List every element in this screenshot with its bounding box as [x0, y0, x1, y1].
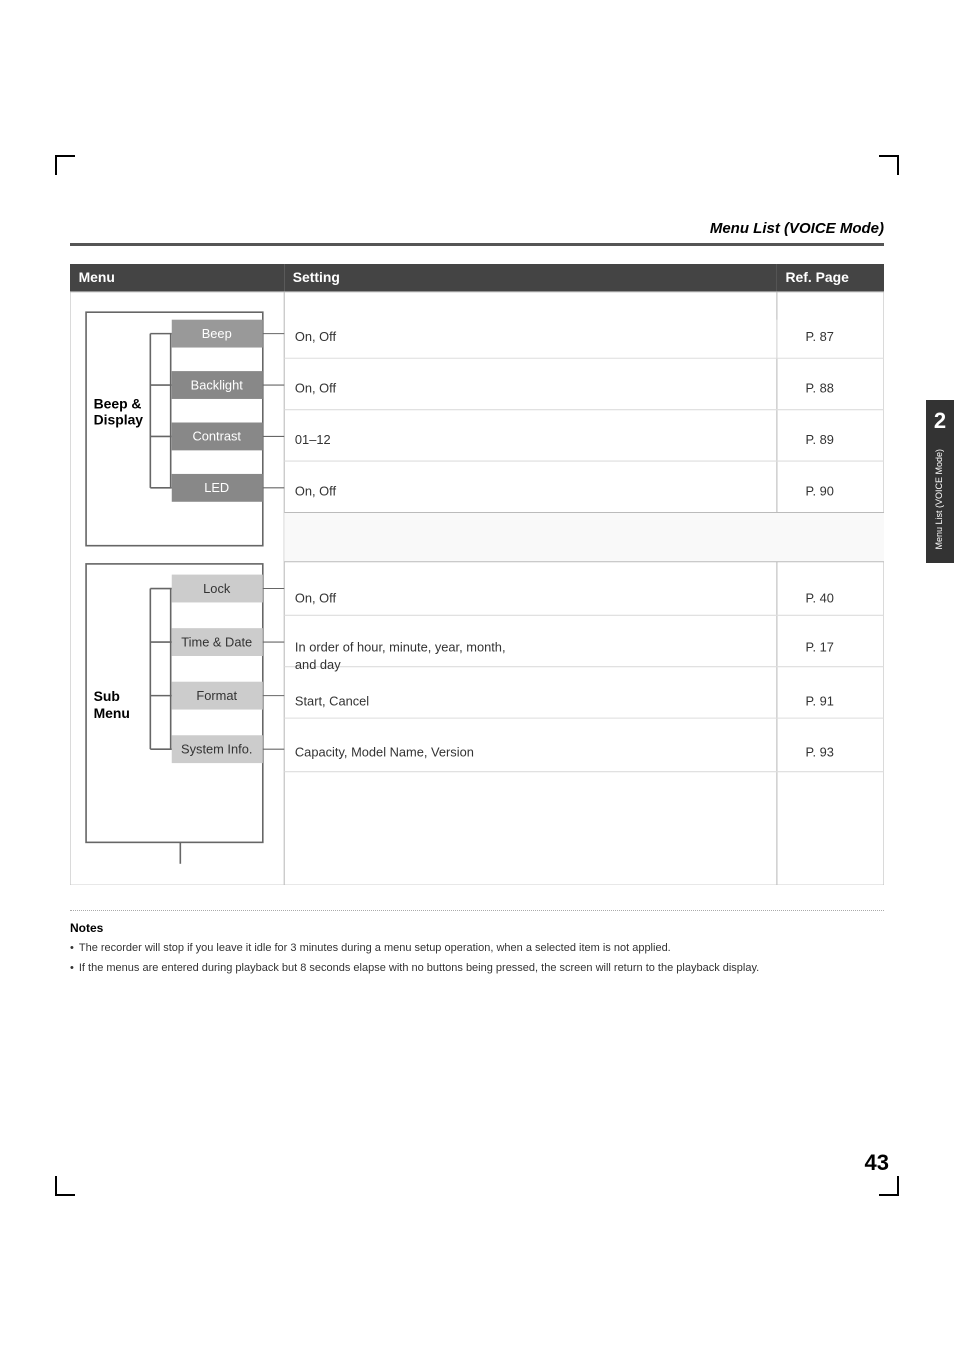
svg-text:On, Off: On, Off [295, 329, 337, 344]
page-title: Menu List (VOICE Mode) [70, 220, 884, 246]
svg-text:P. 40: P. 40 [806, 590, 834, 605]
side-tab-text: Menu List (VOICE Mode) [934, 444, 946, 555]
svg-text:Capacity, Model Name, Version: Capacity, Model Name, Version [295, 745, 474, 760]
svg-text:P. 87: P. 87 [806, 329, 834, 344]
svg-text:P. 88: P. 88 [806, 381, 834, 396]
svg-text:Contrast: Contrast [192, 429, 241, 444]
svg-text:Setting: Setting [293, 269, 340, 285]
svg-text:Lock: Lock [203, 581, 231, 596]
svg-text:P. 17: P. 17 [806, 640, 834, 655]
side-tab: 2 Menu List (VOICE Mode) [926, 400, 954, 563]
svg-text:System Info.: System Info. [181, 741, 252, 756]
notes-title: Notes [70, 921, 884, 935]
corner-mark-tl [55, 155, 75, 175]
svg-text:On, Off: On, Off [295, 381, 337, 396]
svg-text:On, Off: On, Off [295, 483, 337, 498]
svg-text:Ref. Page: Ref. Page [785, 269, 849, 285]
page-number: 43 [865, 1150, 889, 1176]
note-body-1: The recorder will stop if you leave it i… [79, 940, 884, 958]
svg-text:P. 91: P. 91 [806, 693, 834, 708]
side-tab-number: 2 [934, 408, 946, 434]
diagram-svg: Menu Setting Ref. Page Beep & Display Be… [70, 264, 884, 885]
svg-text:P. 93: P. 93 [806, 745, 834, 760]
svg-text:Time & Date: Time & Date [181, 634, 252, 649]
corner-mark-bl [55, 1176, 75, 1196]
svg-text:On, Off: On, Off [295, 590, 337, 605]
note-body-2: If the menus are entered during playback… [79, 960, 884, 978]
bullet-1: • [70, 940, 74, 958]
note-item-2: • If the menus are entered during playba… [70, 960, 884, 978]
svg-text:In order of hour, minute, year: In order of hour, minute, year, month, [295, 640, 506, 655]
svg-text:Menu: Menu [79, 269, 115, 285]
svg-text:Backlight: Backlight [191, 377, 244, 392]
svg-text:Beep: Beep [202, 326, 232, 341]
svg-text:Start, Cancel: Start, Cancel [295, 693, 369, 708]
corner-mark-br [879, 1176, 899, 1196]
corner-mark-tr [879, 155, 899, 175]
svg-text:01–12: 01–12 [295, 432, 331, 447]
note-item-1: • The recorder will stop if you leave it… [70, 940, 884, 958]
svg-text:Beep &: Beep & [94, 396, 142, 412]
svg-text:LED: LED [204, 480, 229, 495]
notes-section: Notes • The recorder will stop if you le… [70, 910, 884, 977]
svg-text:P. 90: P. 90 [806, 483, 834, 498]
bullet-2: • [70, 960, 74, 978]
svg-text:Display: Display [94, 412, 144, 428]
notes-text: • The recorder will stop if you leave it… [70, 940, 884, 977]
svg-text:Menu: Menu [94, 705, 130, 721]
main-content: Menu List (VOICE Mode) Menu Setting Ref.… [70, 220, 884, 979]
svg-text:P. 89: P. 89 [806, 432, 834, 447]
svg-text:Format: Format [196, 688, 237, 703]
diagram-container: Menu Setting Ref. Page Beep & Display Be… [70, 264, 884, 890]
svg-text:Sub: Sub [94, 688, 120, 704]
svg-text:and day: and day [295, 657, 341, 672]
